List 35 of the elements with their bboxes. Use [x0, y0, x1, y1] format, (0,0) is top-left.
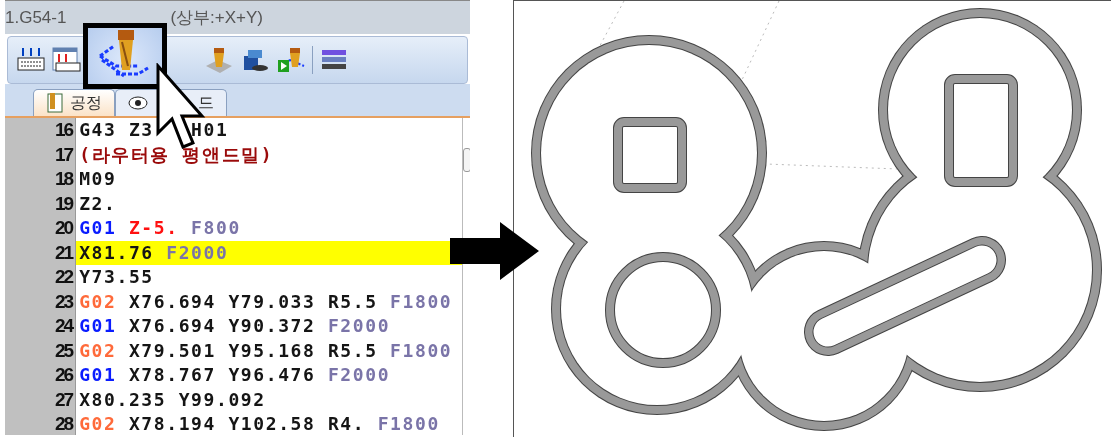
- line-number: 16: [54, 118, 74, 142]
- line-number: 23: [54, 289, 74, 314]
- tab[interactable]: 공정: [33, 89, 115, 116]
- line-number: 19: [54, 191, 74, 216]
- code-line: X80.235 Y99.092: [78, 387, 267, 412]
- line-number: 17: [54, 142, 74, 167]
- arrow-icon: [450, 222, 540, 280]
- window-title: 1.G54-1: [5, 7, 67, 28]
- code-line: G01 X76.694 Y90.372 F2000: [78, 314, 392, 338]
- end-mill-icon[interactable]: [204, 46, 234, 74]
- keyboard-icon[interactable]: [52, 46, 82, 74]
- line-number: 27: [54, 387, 74, 412]
- code-line: Z2.: [78, 191, 118, 216]
- window-title: (상부:+X+Y): [170, 7, 264, 29]
- play-end-mill-icon[interactable]: [276, 46, 306, 74]
- line-number: 26: [54, 363, 74, 387]
- line-number: 20: [54, 216, 74, 240]
- line-number: 28: [54, 412, 74, 435]
- scrollbar-thumb[interactable]: [463, 148, 470, 172]
- line-number: 25: [54, 338, 74, 363]
- code-line: Y73.55: [78, 265, 155, 289]
- line-number: 24: [54, 314, 74, 338]
- keyboard-icon[interactable]: [16, 46, 46, 74]
- line-number: 22: [54, 265, 74, 289]
- line-number: 18: [54, 167, 74, 191]
- code-line: G01 X78.767 Y96.476 F2000: [78, 363, 392, 387]
- code-line: G43 Z3 H01: [78, 118, 230, 142]
- code-line: (라우터용 평앤드밀): [78, 142, 275, 167]
- code-line: G02 X78.194 Y102.58 R4. F1800: [78, 412, 441, 435]
- code-line: G01 Z-5. F800: [78, 216, 242, 240]
- code-line: G02 X79.501 Y95.168 R5.5 F1800: [78, 338, 454, 363]
- document-icon: [46, 92, 66, 114]
- code-line: G02 X76.694 Y79.033 R5.5 F1800: [78, 289, 454, 314]
- code-line: M09: [78, 167, 118, 191]
- line-number: 21: [54, 240, 74, 265]
